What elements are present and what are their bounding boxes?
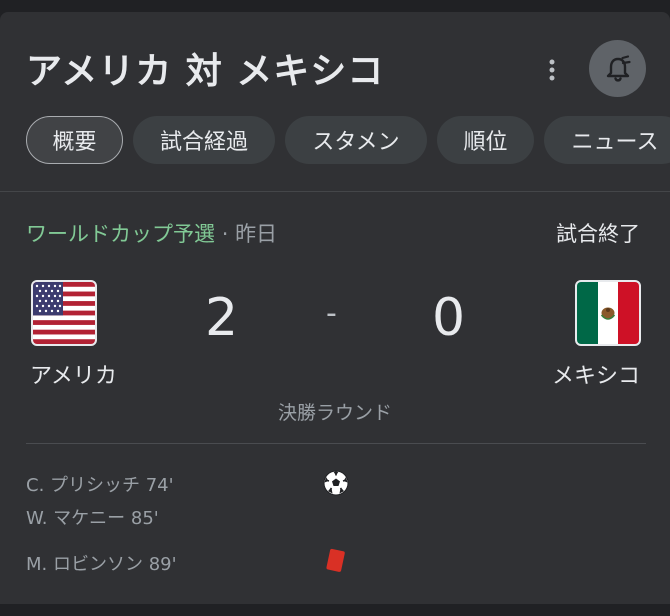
away-score: 0 [432,288,466,348]
info-separator: · [221,222,229,246]
tab-news[interactable]: ニュース [544,116,670,164]
usa-flag-icon [33,282,95,344]
header-divider [0,191,670,192]
event-goal-2: W. マケニー 85' [26,508,159,529]
mexico-flag-icon [577,282,639,344]
match-title: アメリカ 対 メキシコ [26,51,385,92]
notification-button[interactable] [589,40,646,97]
match-date: 昨日 [235,222,278,246]
event-red-card: M. ロビンソン 89' [26,554,177,575]
soccer-ball-icon [323,470,349,500]
match-status: 試合終了 [556,222,640,246]
match-card: アメリカ 対 メキシコ 概要 試合経過 スタメン 順位 ニュース ワールドカップ… [0,12,670,604]
red-card-icon [325,548,347,578]
competition-link[interactable]: ワールドカップ予選 [26,222,215,246]
match-round: 決勝ラウンド [277,402,392,424]
more-vert-icon [549,59,555,81]
home-score: 2 [205,288,239,348]
bell-alarm-icon [606,54,631,82]
tab-overview[interactable]: 概要 [26,116,123,164]
tab-timeline[interactable]: 試合経過 [133,116,275,164]
more-options-button[interactable] [538,56,566,84]
events-divider [26,443,646,444]
home-team-name[interactable]: アメリカ [30,358,117,390]
mexico-flag[interactable] [575,280,641,346]
tab-standings[interactable]: 順位 [437,116,534,164]
event-goal-1: C. プリシッチ 74' [26,475,174,496]
away-team-name[interactable]: メキシコ [552,358,640,390]
competition-info: ワールドカップ予選 · 昨日 [26,218,277,248]
usa-flag[interactable] [31,280,97,346]
score-separator: - [326,296,337,331]
tab-lineups[interactable]: スタメン [285,116,427,164]
tab-bar: 概要 試合経過 スタメン 順位 ニュース [26,116,670,164]
